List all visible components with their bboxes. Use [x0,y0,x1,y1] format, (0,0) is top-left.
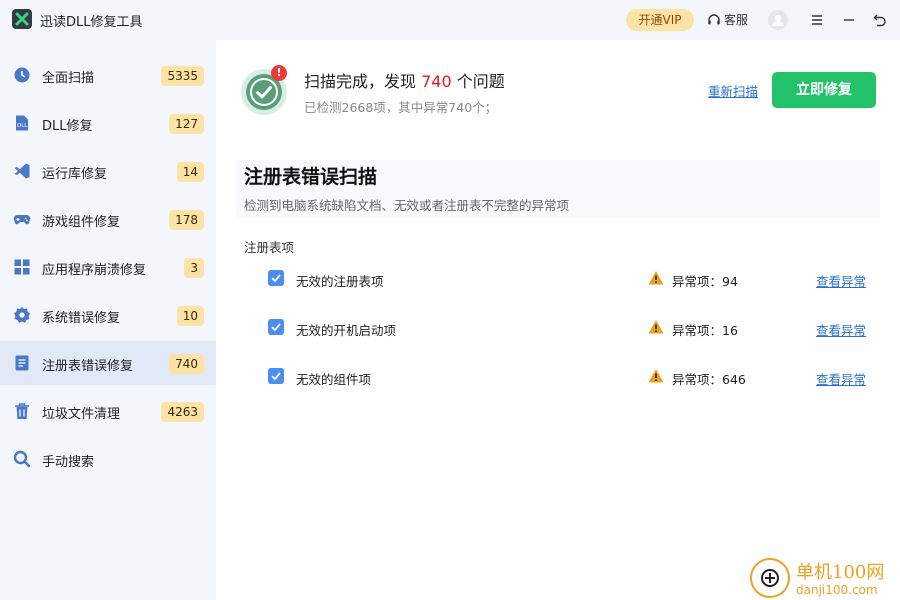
gamepad-icon [13,215,31,225]
warning-icon [648,320,664,334]
vip-button[interactable]: 开通VIP [626,9,694,31]
sidebar-item-label: 应用程序崩溃修复 [42,263,147,278]
anomaly-count: 异常项：16 [672,323,738,338]
scan-title-suffix: 个问题 [456,72,505,91]
menu-icon[interactable] [808,11,826,29]
runtime-icon [14,163,30,179]
sidebar-item-label: 手动搜索 [42,455,95,470]
list-item: 无效的组件项 异常项：646 查看异常 [216,362,900,392]
dll-icon: DLL [16,115,28,131]
count-badge: 10 [176,306,204,326]
sidebar-item-label: 游戏组件修复 [42,215,121,230]
watermark-url: danji100.com [796,583,878,597]
sidebar-item-app-crash[interactable]: 应用程序崩溃修复 3 [0,245,216,289]
clock-scan-icon [14,67,30,83]
anomaly-count: 异常项：646 [672,372,746,387]
svg-text:DLL: DLL [17,123,28,129]
watermark: 单机100网 danji100.com [748,556,900,600]
scan-result-title: 扫描完成，发现 740 个问题 [304,68,505,92]
alert-badge-icon: ! [271,65,287,81]
panel-description: 检测到电脑系统缺陷文档、无效或者注册表不完整的异常项 [244,198,570,213]
sidebar-item-game-components[interactable]: 游戏组件修复 178 [0,197,216,241]
item-label: 无效的开机启动项 [296,323,397,338]
sidebar-item-runtime[interactable]: 运行库修复 14 [0,149,216,193]
count-badge: 740 [169,354,204,374]
sidebar-item-label: DLL修复 [42,119,93,134]
count-badge: 5335 [161,66,204,86]
item-label: 无效的组件项 [296,372,372,387]
service-label: 客服 [724,13,749,27]
check-icon [271,274,281,283]
view-anomalies-link[interactable]: 查看异常 [816,369,866,388]
search-icon [13,450,31,468]
sidebar-item-system-errors[interactable]: 系统错误修复 10 [0,293,216,337]
count-badge: 3 [184,258,204,278]
view-anomalies-link[interactable]: 查看异常 [816,271,866,290]
list-item: 无效的注册表项 异常项：94 查看异常 [216,264,900,294]
app-title: 迅读DLL修复工具 [40,15,143,30]
trash-icon [15,403,29,419]
fix-now-button[interactable]: 立即修复 [772,72,876,108]
minimize-icon[interactable] [840,11,858,29]
sidebar-item-dll[interactable]: DLL DLL修复 127 [0,101,216,145]
back-icon[interactable] [871,11,889,29]
sidebar-item-manual-search[interactable]: 手动搜索 [0,437,216,481]
check-icon [271,323,281,332]
rescan-link[interactable]: 重新扫描 [708,81,758,100]
count-badge: 127 [169,114,204,134]
scan-title-prefix: 扫描完成，发现 [304,72,417,91]
sidebar-item-registry[interactable]: 注册表错误修复 740 [0,341,216,385]
view-anomalies-link[interactable]: 查看异常 [816,320,866,339]
item-checkbox[interactable] [268,270,284,286]
apps-grid-icon [14,259,30,275]
registry-icon [15,355,29,371]
main-content: ! 扫描完成，发现 740 个问题 已检测2668项，其中异常740个； 重新扫… [216,40,900,600]
item-checkbox[interactable] [268,368,284,384]
anomaly-count: 异常项：94 [672,274,738,289]
app-logo-icon [12,9,32,29]
avatar-icon [772,14,784,26]
warning-icon [648,369,664,383]
watermark-title: 单机100网 [796,562,885,583]
count-badge: 4263 [161,402,204,422]
section-label: 注册表项 [244,240,295,255]
sidebar: 全面扫描 5335 DLL DLL修复 127 运行库修复 14 游戏组件修复 … [0,40,216,600]
avatar[interactable] [768,10,788,30]
scan-result-subtitle: 已检测2668项，其中异常740个； [304,100,498,115]
count-badge: 14 [176,162,204,182]
item-checkbox[interactable] [268,319,284,335]
title-bar: 迅读DLL修复工具 开通VIP 客服 [0,0,900,40]
issue-count: 740 [421,72,452,91]
gear-icon [14,307,30,323]
sidebar-item-label: 垃圾文件清理 [42,407,121,422]
sidebar-item-label: 运行库修复 [42,167,108,182]
sidebar-item-junk-cleanup[interactable]: 垃圾文件清理 4263 [0,389,216,433]
check-icon [271,372,281,381]
panel-title: 注册表错误扫描 [244,166,378,188]
list-item: 无效的开机启动项 异常项：16 查看异常 [216,313,900,343]
registry-scan-panel: 注册表错误扫描 检测到电脑系统缺陷文档、无效或者注册表不完整的异常项 [236,160,880,218]
item-label: 无效的注册表项 [296,274,384,289]
sidebar-item-label: 系统错误修复 [42,311,121,326]
headset-icon [708,14,720,25]
count-badge: 178 [169,210,204,230]
customer-service-button[interactable]: 客服 [707,11,748,28]
sidebar-item-label: 全面扫描 [42,71,95,86]
sidebar-item-full-scan[interactable]: 全面扫描 5335 [0,53,216,97]
watermark-logo-icon [750,558,790,598]
sidebar-item-label: 注册表错误修复 [42,359,134,374]
warning-icon [648,271,664,285]
